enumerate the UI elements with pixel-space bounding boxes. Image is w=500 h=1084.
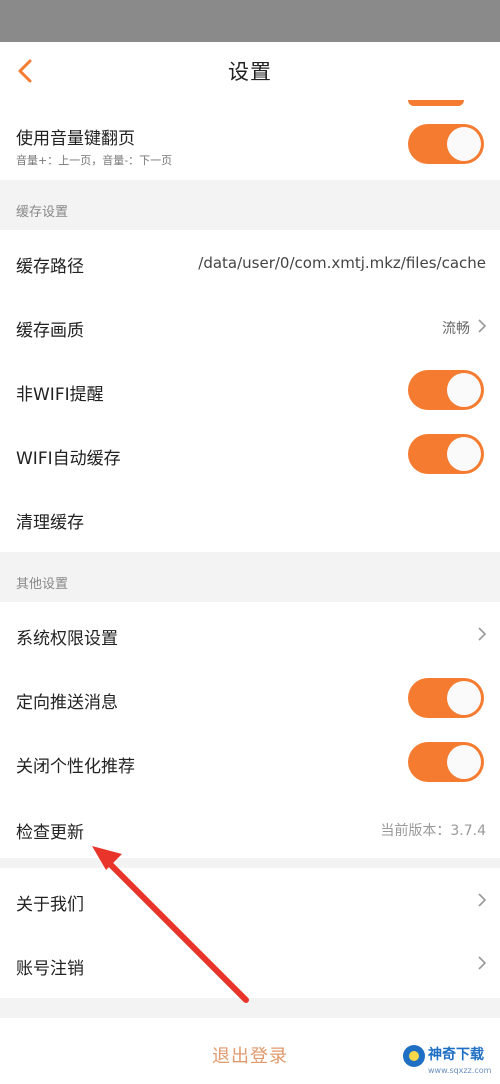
watermark-title: 神奇下载 <box>428 1047 484 1063</box>
logout-label: 退出登录 <box>212 1046 288 1067</box>
volume-page-turn-label: 使用音量键翻页 <box>16 129 135 149</box>
site-logo-icon <box>403 1045 425 1067</box>
nav-bar: 设置 <box>0 42 500 100</box>
toggle-knob <box>447 681 481 715</box>
chevron-right-icon <box>478 956 487 970</box>
check-update-row[interactable]: 检查更新 当前版本：3.7.4 <box>0 794 500 858</box>
cache-quality-label: 缓存画质 <box>16 321 84 341</box>
cache-quality-value: 流畅 <box>442 321 470 337</box>
disable-personalization-row[interactable]: 关闭个性化推荐 <box>0 730 500 794</box>
chevron-right-icon <box>478 319 487 333</box>
chevron-right-icon <box>478 893 487 907</box>
cache-quality-row[interactable]: 缓存画质 流畅 <box>0 294 500 358</box>
cache-path-value: /data/user/0/com.xmtj.mkz/files/cache <box>198 254 486 272</box>
version-text: 当前版本：3.7.4 <box>380 823 486 839</box>
other-section-title: 其他设置 <box>16 577 69 592</box>
toggle-knob <box>447 127 481 161</box>
status-bar <box>0 0 500 42</box>
non-wifi-reminder-toggle[interactable] <box>408 370 484 410</box>
wifi-auto-cache-toggle[interactable] <box>408 434 484 474</box>
system-permission-label: 系统权限设置 <box>16 629 118 649</box>
non-wifi-reminder-label: 非WIFI提醒 <box>16 385 104 405</box>
toggle-knob <box>447 373 481 407</box>
clipped-toggle <box>408 100 464 106</box>
targeted-push-label: 定向推送消息 <box>16 693 118 713</box>
cache-section-title: 缓存设置 <box>16 205 69 220</box>
clear-cache-row[interactable]: 清理缓存 <box>0 486 500 552</box>
back-arrow-icon[interactable] <box>12 56 40 86</box>
toggle-knob <box>447 745 481 779</box>
volume-page-turn-toggle[interactable] <box>408 124 484 164</box>
chevron-right-icon <box>478 627 487 641</box>
about-us-row[interactable]: 关于我们 <box>0 868 500 932</box>
system-permission-row[interactable]: 系统权限设置 <box>0 602 500 666</box>
watermark-url: www.sqxzz.com <box>428 1066 492 1075</box>
cache-path-row[interactable]: 缓存路径 /data/user/0/com.xmtj.mkz/files/cac… <box>0 230 500 294</box>
watermark: 神奇下载 www.sqxzz.com <box>402 1042 494 1082</box>
divider-gap <box>0 858 500 868</box>
about-us-label: 关于我们 <box>16 895 84 915</box>
disable-personalization-label: 关闭个性化推荐 <box>16 757 135 777</box>
wifi-auto-cache-label: WIFI自动缓存 <box>16 449 121 469</box>
wifi-auto-cache-row[interactable]: WIFI自动缓存 <box>0 422 500 486</box>
page-title: 设置 <box>228 60 272 84</box>
targeted-push-row[interactable]: 定向推送消息 <box>0 666 500 730</box>
account-cancel-row[interactable]: 账号注销 <box>0 932 500 998</box>
volume-page-turn-hint: 音量+：上一页，音量-：下一页 <box>16 154 173 167</box>
cache-section-header: 缓存设置 <box>0 180 500 230</box>
check-update-label: 检查更新 <box>16 823 84 843</box>
disable-personalization-toggle[interactable] <box>408 742 484 782</box>
toggle-knob <box>447 437 481 471</box>
targeted-push-toggle[interactable] <box>408 678 484 718</box>
account-cancel-label: 账号注销 <box>16 959 84 979</box>
volume-page-turn-row[interactable]: 使用音量键翻页 音量+：上一页，音量-：下一页 <box>0 108 500 180</box>
non-wifi-reminder-row[interactable]: 非WIFI提醒 <box>0 358 500 422</box>
other-section-header: 其他设置 <box>0 552 500 602</box>
cache-path-label: 缓存路径 <box>16 257 84 277</box>
clear-cache-label: 清理缓存 <box>16 513 84 533</box>
